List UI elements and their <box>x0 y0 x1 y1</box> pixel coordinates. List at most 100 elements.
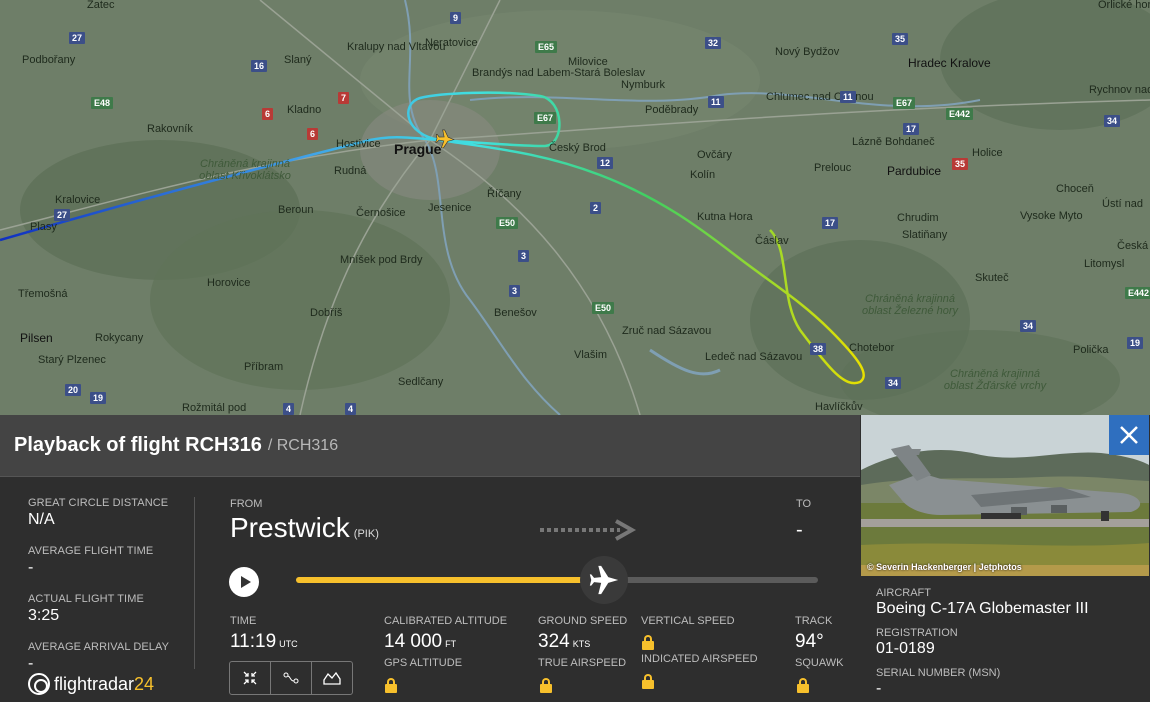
lock-icon[interactable] <box>540 678 552 693</box>
registration-value[interactable]: 01-0189 <box>876 640 1142 658</box>
map-town: Vlašim <box>574 349 608 361</box>
origin-code: (PIK) <box>353 528 379 540</box>
altitude-graph-button[interactable] <box>312 662 352 694</box>
map-town: Chotebor <box>849 342 895 354</box>
map-town: Choceň <box>1056 183 1094 195</box>
map-town: Kralupy nad Vltavou <box>347 41 446 53</box>
logo-text: flightradar <box>54 673 135 694</box>
map-town: Sedlčany <box>398 376 444 388</box>
play-button[interactable] <box>229 567 259 597</box>
origin-airport[interactable]: Prestwick (PIK) <box>230 512 379 544</box>
stat-value: - <box>28 559 34 576</box>
map-town: Beroun <box>278 204 314 216</box>
map-town: Lázně Bohdaneč <box>852 136 935 148</box>
flight-stats: GREAT CIRCLE DISTANCE N/A AVERAGE FLIGHT… <box>28 497 188 689</box>
stat-label: ACTUAL FLIGHT TIME <box>28 593 144 605</box>
aircraft-type-value: Boeing C-17A Globemaster III <box>876 600 1089 617</box>
road-shield: 6 <box>307 128 319 140</box>
map-protected-area: Chráněná krajinná oblast Křivoklátsko <box>199 158 291 183</box>
road-shield: E442 <box>1125 287 1150 299</box>
from-label: FROM <box>230 498 263 510</box>
map-town: Polička <box>1073 344 1109 356</box>
calibrated-altitude-value: 14 000 FT <box>384 631 456 653</box>
gps-altitude-label: GPS ALTITUDE <box>384 657 463 669</box>
map-view[interactable]: Zatec Podbořany Rakovník Kralovice Plasy… <box>0 0 1150 415</box>
road-shield: E67 <box>534 112 557 124</box>
map-town: Ovčáry <box>697 149 732 161</box>
road-shield: E48 <box>91 97 114 109</box>
photo-credit: © Severin Hackenberger | Jetphotos <box>867 562 1022 572</box>
aircraft-card: © Severin Hackenberger | Jetphotos AIRCR… <box>860 415 1150 702</box>
map-town: Příbram <box>244 361 284 373</box>
serial-number-label: SERIAL NUMBER (MSN) <box>876 667 1001 679</box>
map-town: Ústí nad <box>1102 198 1143 210</box>
road-shield: 16 <box>251 60 268 72</box>
plane-icon <box>589 565 619 595</box>
divider <box>194 497 195 669</box>
road-shield: 17 <box>903 123 920 135</box>
map-town: Nový Bydžov <box>775 46 840 58</box>
close-button[interactable] <box>1109 415 1149 455</box>
road-shield: 7 <box>338 92 350 104</box>
map-town: Zruč nad Sázavou <box>622 325 712 337</box>
road-shield: 6 <box>262 108 274 120</box>
map-town: Plasy <box>30 221 57 233</box>
stat-value: - <box>28 655 34 672</box>
aircraft-type-label: AIRCRAFT <box>876 587 931 599</box>
track-label: TRACK <box>795 615 833 627</box>
time-value: 11:19 UTC <box>230 631 298 653</box>
route-button[interactable] <box>271 662 312 694</box>
map-town-major: Pardubice <box>887 164 942 178</box>
aircraft-image <box>861 415 1149 576</box>
indicated-airspeed-label: INDICATED AIRSPEED <box>641 653 758 665</box>
to-label: TO <box>796 498 812 510</box>
map-town: Hostivice <box>336 138 381 150</box>
origin-name: Prestwick <box>230 512 350 543</box>
map-town: Nymburk <box>621 79 666 91</box>
map-town: Skuteč <box>975 272 1009 284</box>
road-shield: 3 <box>509 285 521 297</box>
lock-icon[interactable] <box>642 635 654 650</box>
flightradar24-logo[interactable]: flightradar 24 <box>28 673 154 695</box>
map-town: Slatiňany <box>902 229 948 241</box>
lock-icon[interactable] <box>797 678 809 693</box>
squawk-label: SQUAWK <box>795 657 844 669</box>
map-town: Rožmitál pod <box>182 402 247 414</box>
road-shield: 11 <box>708 96 724 108</box>
map-town-major: Hradec Kralove <box>908 56 991 70</box>
map-town: Mníšek pod Brdy <box>340 254 423 266</box>
stat-label: AVERAGE FLIGHT TIME <box>28 545 154 557</box>
road-shield: 3 <box>518 250 530 262</box>
flight-playback-screen: Zatec Podbořany Rakovník Kralovice Plasy… <box>0 0 1150 702</box>
track-value: 94° <box>795 631 824 652</box>
stat-value: 3:25 <box>28 607 60 624</box>
lock-icon[interactable] <box>642 674 654 689</box>
playback-handle[interactable] <box>579 556 628 604</box>
road-shield: 38 <box>810 343 827 355</box>
speed-number: 324 <box>538 631 570 652</box>
map-town: Prelouc <box>814 162 852 174</box>
lock-icon[interactable] <box>385 678 397 693</box>
road-shield: 17 <box>822 217 839 229</box>
map-town: Poděbrady <box>645 104 699 116</box>
road-shield: 32 <box>705 37 722 49</box>
ground-speed-value: 324 KTS <box>538 631 590 653</box>
map-town: Česká <box>1117 240 1149 252</box>
true-airspeed-label: TRUE AIRSPEED <box>538 657 627 669</box>
road-shield: 35 <box>952 158 969 170</box>
map-town: Brandýs nad Labem-Stará Boleslav <box>472 67 645 80</box>
map-town: Černošice <box>356 207 406 219</box>
collapse-icon <box>243 671 257 685</box>
road-shield: 4 <box>283 403 295 415</box>
stat-great-circle-distance: GREAT CIRCLE DISTANCE N/A <box>28 497 188 529</box>
aircraft-photo[interactable]: © Severin Hackenberger | Jetphotos <box>861 415 1149 576</box>
map-town: Podbořany <box>22 54 76 66</box>
altitude-unit: FT <box>445 639 457 649</box>
collapse-button[interactable] <box>230 662 271 694</box>
road-shield: E50 <box>496 217 519 229</box>
calibrated-altitude-label: CALIBRATED ALTITUDE <box>384 615 508 627</box>
map-town: Litomysl <box>1084 258 1125 270</box>
map-town: Rychnov nad Kněžnou <box>1089 84 1150 96</box>
map-town: Chlumec nad Cidlinou <box>766 91 874 103</box>
panel-title: Playback of flight RCH316 <box>14 434 262 456</box>
